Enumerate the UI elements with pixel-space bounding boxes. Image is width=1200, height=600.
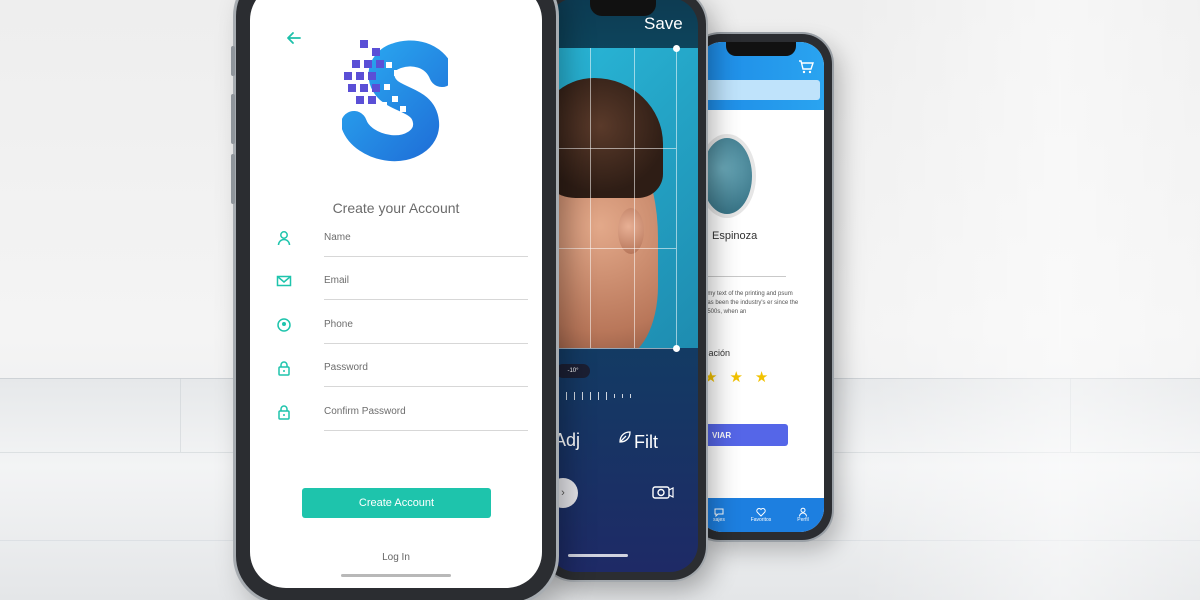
light-glow	[850, 0, 1200, 600]
mute-switch	[231, 46, 235, 76]
crop-grid-line	[634, 48, 635, 348]
tab-label: sajes	[713, 517, 725, 523]
volume-down-button	[231, 154, 235, 204]
crop-grid-line	[548, 248, 676, 249]
password-field[interactable]: Password	[276, 358, 528, 392]
field-placeholder: Email	[324, 275, 350, 286]
field-placeholder: Name	[324, 232, 351, 243]
tab-label: Favoritos	[750, 517, 772, 523]
leaf-icon	[619, 431, 631, 443]
login-link[interactable]: Log In	[250, 552, 542, 563]
phone-profile: Espinoza nmy text of the printing and ps…	[690, 34, 832, 540]
divider	[706, 276, 786, 277]
crop-grid-line	[676, 48, 677, 348]
lock-icon	[278, 361, 290, 376]
editor-screen: Save -10° Adj Filt ›	[548, 0, 698, 572]
field-underline	[324, 430, 528, 431]
crop-handle[interactable]	[673, 345, 680, 352]
filter-tool[interactable]: Filt	[618, 430, 658, 453]
rotation-slider[interactable]	[558, 390, 668, 402]
wall-seam	[180, 378, 181, 452]
page-title: Create your Account	[332, 200, 460, 216]
profile-description: nmy text of the printing and psum has be…	[704, 291, 799, 315]
email-field[interactable]: Email	[276, 271, 528, 305]
chat-icon	[714, 508, 724, 517]
save-button[interactable]: Save	[644, 14, 683, 34]
chevron-right-icon: ›	[561, 487, 565, 499]
user-icon	[277, 231, 291, 246]
home-indicator	[568, 554, 628, 557]
crop-grid-line	[590, 48, 591, 348]
rating-stars[interactable]: ★★★	[704, 368, 780, 386]
phone-signup: Create your Account Name Email Phone Pas…	[231, 0, 556, 600]
crop-grid-line	[548, 348, 676, 349]
crop-handle[interactable]	[673, 45, 680, 52]
volume-up-button	[231, 94, 235, 144]
rating-section-label: cación	[704, 348, 731, 358]
search-input[interactable]	[702, 80, 820, 100]
field-underline	[324, 256, 528, 257]
tab-profile[interactable]: Perfil	[782, 498, 824, 532]
tab-favorites[interactable]: Favoritos	[740, 498, 782, 532]
field-placeholder: Confirm Password	[324, 406, 406, 417]
filter-label: Filt	[634, 432, 658, 452]
heart-icon	[756, 508, 766, 517]
field-placeholder: Password	[324, 362, 368, 373]
phone-notch	[726, 42, 796, 56]
mail-icon	[276, 275, 292, 287]
signup-screen: Create your Account Name Email Phone Pas…	[250, 0, 542, 588]
home-indicator	[341, 574, 451, 577]
adjust-tool[interactable]: Adj	[554, 430, 580, 451]
angle-badge: -10°	[556, 364, 590, 378]
avatar	[698, 134, 756, 218]
camera-icon[interactable]	[652, 484, 674, 500]
user-icon	[799, 507, 807, 517]
crop-grid-line	[548, 148, 676, 149]
lock-icon	[278, 405, 290, 420]
photo-hair	[548, 78, 663, 198]
phone-field[interactable]: Phone	[276, 315, 528, 349]
cart-icon[interactable]	[798, 60, 814, 74]
profile-screen: Espinoza nmy text of the printing and ps…	[698, 42, 824, 532]
field-underline	[324, 299, 528, 300]
field-placeholder: Phone	[324, 319, 353, 330]
profile-name: Espinoza	[712, 230, 758, 242]
tab-bar: sajes Favoritos Perfil	[698, 498, 824, 532]
send-button[interactable]: VIAR	[702, 424, 788, 446]
tab-label: Perfil	[797, 517, 809, 523]
create-account-button[interactable]: Create Account	[302, 488, 491, 518]
phone-photo-editor: Save -10° Adj Filt ›	[540, 0, 706, 580]
confirm-password-field[interactable]: Confirm Password	[276, 402, 528, 436]
arrow-left-icon[interactable]	[284, 28, 304, 48]
field-underline	[324, 386, 528, 387]
field-underline	[324, 343, 528, 344]
location-pin-icon	[277, 318, 291, 332]
name-field[interactable]: Name	[276, 228, 528, 262]
pixel-s-logo	[342, 40, 448, 162]
